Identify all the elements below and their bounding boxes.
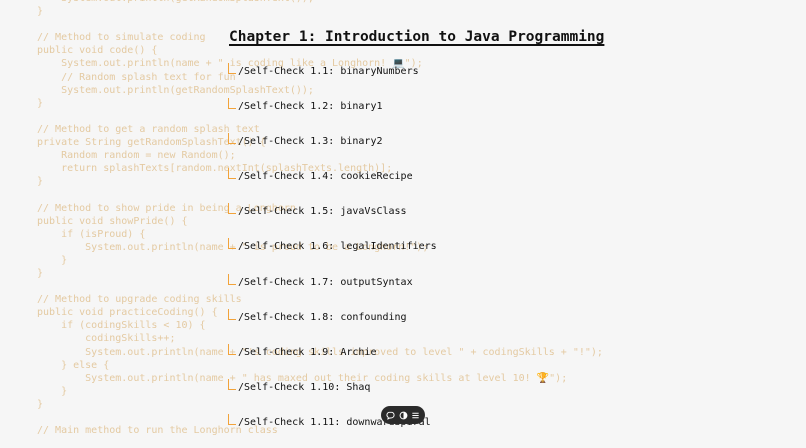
code-line: } bbox=[37, 6, 44, 18]
code-line: Random random = new Random(); bbox=[37, 150, 236, 162]
self-check-label: /Self-Check 1.10: Shaq bbox=[238, 381, 371, 393]
chapter-title: Chapter 1: Introduction to Java Programm… bbox=[229, 29, 605, 45]
self-check-label: /Self-Check 1.2: binary1 bbox=[238, 101, 383, 113]
self-check-label: /Self-Check 1.6: legalIdentifiers bbox=[238, 241, 437, 253]
self-check-label: /Self-Check 1.3: binary2 bbox=[238, 136, 383, 148]
code-line: } bbox=[37, 398, 44, 410]
chat-button[interactable] bbox=[385, 410, 396, 421]
self-check-label: /Self-Check 1.4: cookieRecipe bbox=[238, 171, 413, 183]
code-line: } bbox=[37, 254, 68, 266]
code-line: // Method to get a random splash text bbox=[37, 123, 260, 135]
menu-button[interactable] bbox=[410, 410, 421, 421]
self-check-label: /Self-Check 1.1: binaryNumbers bbox=[238, 66, 419, 77]
floating-toolbar bbox=[381, 406, 425, 424]
tree-branch-icon bbox=[228, 238, 236, 250]
tree-branch-icon bbox=[228, 413, 236, 425]
tree-branch-icon bbox=[228, 378, 236, 390]
self-check-label: /Self-Check 1.5: javaVsClass bbox=[238, 206, 407, 218]
theme-toggle-icon bbox=[399, 411, 408, 420]
code-line: codingSkills++; bbox=[37, 333, 176, 345]
tree-branch-icon bbox=[228, 203, 236, 215]
self-check-label: /Self-Check 1.7: outputSyntax bbox=[238, 276, 413, 288]
self-check-label: /Self-Check 1.8: confounding bbox=[238, 311, 407, 323]
code-line: if (isProud) { bbox=[37, 228, 146, 240]
code-line: } else { bbox=[37, 359, 110, 371]
code-line: System.out.println(getRandomSplashText()… bbox=[37, 84, 314, 96]
code-line: public void code() { bbox=[37, 45, 158, 57]
tree-branch-icon bbox=[228, 98, 236, 110]
tree-branch-icon bbox=[228, 168, 236, 180]
chat-icon bbox=[386, 411, 395, 420]
tree-branch-icon bbox=[228, 308, 236, 320]
menu-icon bbox=[411, 411, 420, 420]
tree-branch-icon bbox=[228, 63, 236, 74]
code-line: // Method to upgrade coding skills bbox=[37, 294, 242, 306]
theme-toggle-button[interactable] bbox=[398, 410, 409, 421]
tree-branch-icon bbox=[228, 133, 236, 145]
tree-branch-icon bbox=[228, 343, 236, 355]
self-check-label: /Self-Check 1.9: Archie bbox=[238, 346, 377, 358]
tree-branch-icon bbox=[228, 273, 236, 285]
